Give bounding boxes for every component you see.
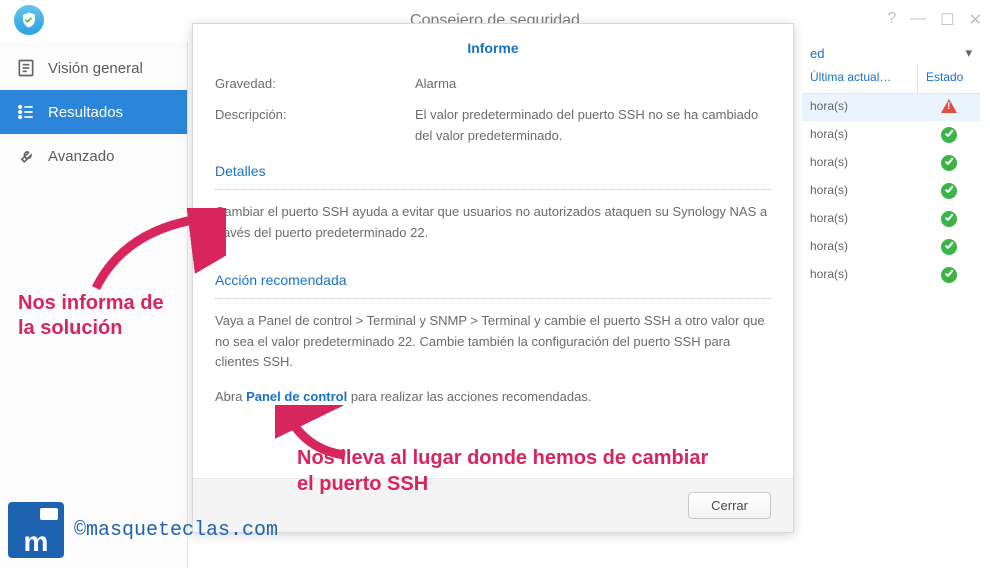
window-controls: ? — ☐ ✕ [887, 10, 982, 30]
description-value: El valor predeterminado del puerto SSH n… [415, 105, 771, 147]
table-row[interactable]: hora(s) [802, 122, 980, 150]
sidebar-item-label: Resultados [48, 104, 123, 121]
control-panel-link[interactable]: Panel de control [246, 389, 347, 404]
table-row[interactable]: hora(s) [802, 94, 980, 122]
status-cell [918, 94, 980, 122]
table-row[interactable]: hora(s) [802, 234, 980, 262]
ok-icon [941, 267, 957, 283]
status-cell [918, 206, 980, 234]
annotation-arrow-icon [86, 208, 226, 298]
table-row[interactable]: hora(s) [802, 262, 980, 290]
app-window: Consejero de seguridad ? — ☐ ✕ Visión ge… [0, 0, 990, 568]
results-header-row: Última actual… Estado [802, 64, 980, 94]
column-status[interactable]: Estado [918, 64, 980, 94]
divider [215, 189, 771, 190]
document-icon [16, 58, 36, 78]
wrench-icon [16, 146, 36, 166]
table-row[interactable]: hora(s) [802, 178, 980, 206]
ok-icon [941, 239, 957, 255]
chevron-down-icon: ▾ [965, 45, 972, 61]
alarm-icon [941, 99, 957, 113]
table-row[interactable]: hora(s) [802, 206, 980, 234]
severity-label: Gravedad: [215, 74, 415, 95]
ok-icon [941, 211, 957, 227]
status-cell [918, 262, 980, 290]
watermark-badge: m [8, 502, 64, 558]
ok-icon [941, 127, 957, 143]
close-window-icon[interactable]: ✕ [969, 10, 982, 30]
table-row[interactable]: hora(s) [802, 150, 980, 178]
ok-icon [941, 183, 957, 199]
status-cell [918, 122, 980, 150]
action-text: Vaya a Panel de control > Terminal y SNM… [215, 311, 771, 373]
status-cell [918, 178, 980, 206]
details-heading: Detalles [215, 160, 771, 182]
sidebar-item-overview[interactable]: Visión general [0, 46, 187, 90]
severity-value: Alarma [415, 74, 771, 95]
maximize-icon[interactable]: ☐ [940, 10, 954, 30]
list-icon [16, 102, 36, 122]
sidebar-item-label: Avanzado [48, 148, 114, 165]
watermark-text: ©masqueteclas.com [74, 519, 278, 542]
help-icon[interactable]: ? [887, 10, 896, 30]
filter-dropdown-label: ed [810, 46, 824, 61]
results-table-fragment: Última actual… Estado hora(s) hora(s) ho… [802, 64, 980, 290]
dialog-title: Informe [193, 24, 793, 72]
sidebar-item-advanced[interactable]: Avanzado [0, 134, 187, 178]
ok-icon [941, 155, 957, 171]
sidebar-item-label: Visión general [48, 60, 143, 77]
watermark: m ©masqueteclas.com [8, 502, 278, 558]
filter-dropdown[interactable]: ed ▾ [802, 42, 980, 64]
minimize-icon[interactable]: — [910, 10, 926, 30]
details-text: Cambiar el puerto SSH ayuda a evitar que… [215, 202, 771, 244]
divider [215, 298, 771, 299]
status-cell [918, 150, 980, 178]
annotation-text-1: Nos informa de la solución [18, 291, 178, 341]
status-cell [918, 234, 980, 262]
description-label: Descripción: [215, 105, 415, 147]
app-shield-icon [14, 5, 44, 35]
action-heading: Acción recomendada [215, 269, 771, 291]
column-last-update[interactable]: Última actual… [802, 64, 918, 94]
sidebar-item-results[interactable]: Resultados [0, 90, 187, 134]
annotation-text-2: Nos lleva al lugar donde hemos de cambia… [297, 445, 717, 497]
